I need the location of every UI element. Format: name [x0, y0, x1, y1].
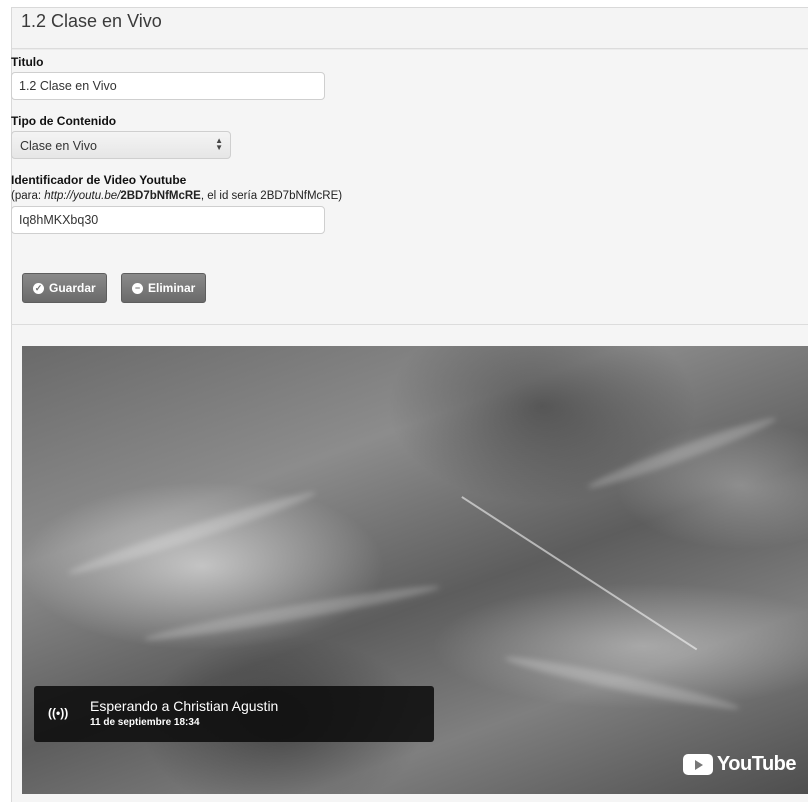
- check-circle-icon: ✓: [33, 282, 44, 294]
- youtube-video-player[interactable]: ((•)) Esperando a Christian Agustin 11 d…: [22, 346, 808, 794]
- cloud-wisp: [503, 651, 741, 715]
- live-waiting-overlay: ((•)) Esperando a Christian Agustin 11 d…: [34, 686, 434, 742]
- youtube-logo[interactable]: YouTube: [682, 753, 797, 776]
- youtube-id-hint: (para: http://youtu.be/2BD7bNfMcRE, el i…: [11, 190, 343, 202]
- live-scheduled-time: 11 de septiembre 18:34: [90, 717, 200, 728]
- live-broadcast-icon: ((•)): [48, 706, 69, 720]
- contrail-streak: [461, 496, 698, 650]
- delete-button[interactable]: − Eliminar: [121, 273, 207, 303]
- tipo-contenido-label: Tipo de Contenido: [11, 114, 117, 128]
- titulo-input[interactable]: [11, 72, 325, 100]
- live-waiting-title: Esperando a Christian Agustin: [90, 698, 279, 714]
- content-form: Titulo Tipo de Contenido Clase en Vivo ▲…: [11, 55, 342, 234]
- hint-example-id: 2BD7bNfMcRE: [120, 190, 201, 202]
- hint-url: http://youtu.be/: [44, 190, 121, 202]
- delete-button-label: Eliminar: [148, 281, 196, 295]
- youtube-id-label: Identificador de Video Youtube: [11, 173, 187, 187]
- youtube-logo-text: YouTube: [716, 753, 797, 775]
- panel-title: 1.2 Clase en Vivo: [21, 11, 162, 31]
- youtube-id-input[interactable]: [11, 206, 325, 234]
- tipo-contenido-select[interactable]: Clase en Vivo ▲ ▼: [11, 131, 231, 159]
- cloud-wisp: [585, 412, 779, 494]
- tipo-contenido-value: Clase en Vivo: [20, 139, 97, 153]
- cloud-wisp: [66, 486, 318, 580]
- select-arrows-icon: ▲ ▼: [215, 136, 223, 152]
- cloud-wisp: [143, 580, 441, 646]
- youtube-play-icon: [682, 754, 713, 775]
- titulo-label: Titulo: [11, 55, 44, 69]
- save-button-label: Guardar: [49, 281, 96, 295]
- save-button[interactable]: ✓ Guardar: [22, 273, 107, 303]
- divider: [11, 324, 808, 325]
- minus-circle-icon: −: [132, 282, 143, 294]
